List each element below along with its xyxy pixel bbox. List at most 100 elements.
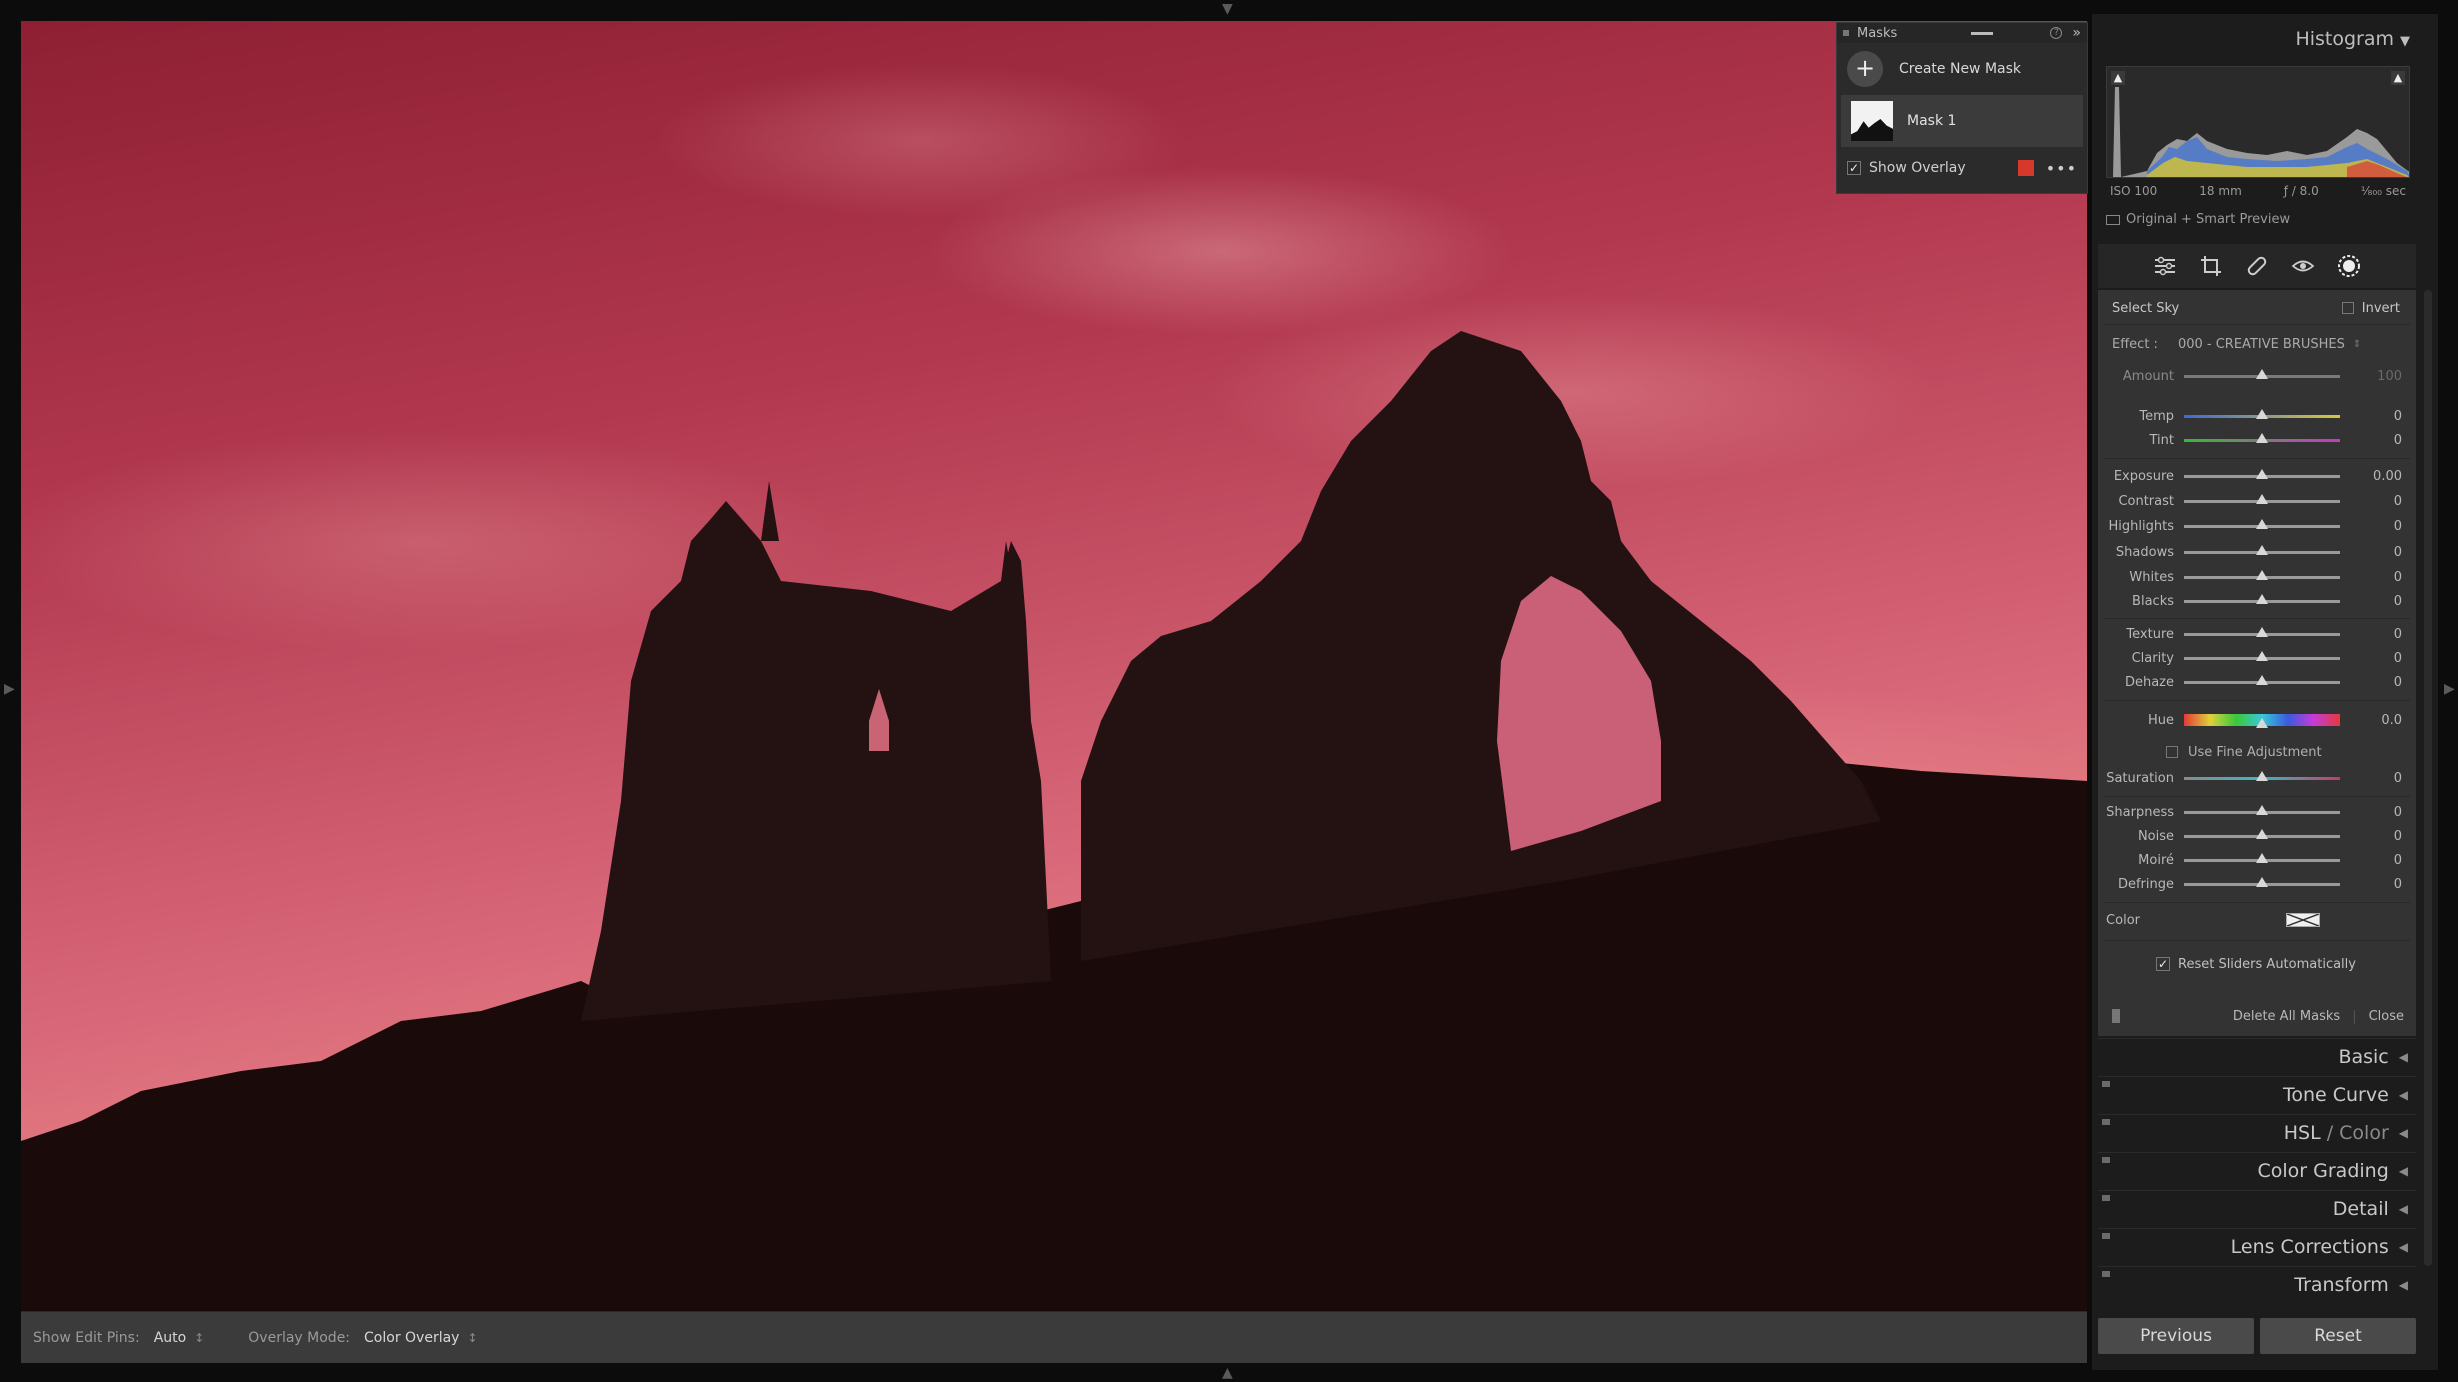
tint-slider-row[interactable]: Tint 0	[2098, 430, 2416, 450]
color-swatch-picker[interactable]	[2286, 913, 2320, 927]
mask-list-item[interactable]: Mask 1	[1841, 95, 2083, 147]
defringe-slider[interactable]	[2184, 876, 2340, 887]
texture-slider[interactable]	[2184, 626, 2340, 637]
right-panel-toggle-icon[interactable]: ▶	[2444, 682, 2455, 696]
close-button[interactable]: Close	[2369, 1009, 2404, 1024]
masks-panel-header[interactable]: Masks ? »	[1837, 23, 2087, 43]
blacks-slider[interactable]	[2184, 593, 2340, 604]
slider-value[interactable]: 0	[2340, 675, 2406, 690]
slider-value[interactable]: 0	[2340, 433, 2406, 448]
overlay-mode-select[interactable]: Color Overlay	[364, 1330, 459, 1346]
slider-value[interactable]: 0	[2340, 853, 2406, 868]
overlay-mode-label: Overlay Mode:	[248, 1329, 351, 1346]
slider-value[interactable]: 0.0	[2340, 713, 2406, 728]
slider-value[interactable]: 0	[2340, 829, 2406, 844]
bottom-panel-toggle-icon[interactable]: ▲	[1222, 1366, 1233, 1380]
effect-stepper-icon[interactable]: ⇕	[2353, 339, 2361, 350]
highlight-clipping-icon[interactable]: ▲	[2391, 71, 2405, 85]
healing-brush-icon[interactable]	[2243, 252, 2271, 280]
red-eye-icon[interactable]	[2289, 252, 2317, 280]
moire-slider[interactable]	[2184, 852, 2340, 863]
delete-all-masks-button[interactable]: Delete All Masks	[2233, 1009, 2340, 1024]
slider-value[interactable]: 0	[2340, 545, 2406, 560]
slider-value[interactable]: 0.00	[2340, 469, 2406, 484]
effect-preset-select[interactable]: 000 - CREATIVE BRUSHES	[2178, 337, 2345, 352]
amount-slider-row[interactable]: Amount 100	[2098, 366, 2416, 386]
section-basic[interactable]: Basic ◀	[2098, 1038, 2416, 1074]
amount-slider[interactable]	[2184, 368, 2340, 379]
fine-adjustment-checkbox[interactable]	[2166, 746, 2178, 758]
shadow-clipping-icon[interactable]: ▲	[2111, 71, 2125, 85]
slider-value[interactable]: 0	[2340, 877, 2406, 892]
top-panel-toggle-icon[interactable]: ▼	[1222, 2, 1233, 16]
section-toggle-icon[interactable]	[2102, 1195, 2110, 1201]
panel-scrollbar[interactable]	[2424, 290, 2432, 1266]
section-lens-corrections[interactable]: Lens Corrections ◀	[2098, 1228, 2416, 1264]
whites-slider[interactable]	[2184, 569, 2340, 580]
saturation-slider-row[interactable]: Saturation 0	[2098, 768, 2416, 788]
section-detail[interactable]: Detail ◀	[2098, 1190, 2416, 1226]
slider-value[interactable]: 0	[2340, 519, 2406, 534]
section-toggle-icon[interactable]	[2102, 1271, 2110, 1277]
saturation-slider[interactable]	[2184, 770, 2340, 781]
tint-slider[interactable]	[2184, 432, 2340, 443]
expand-icon[interactable]: »	[2072, 25, 2081, 41]
dehaze-slider[interactable]	[2184, 674, 2340, 685]
clarity-slider[interactable]	[2184, 650, 2340, 661]
section-toggle-icon[interactable]	[2102, 1081, 2110, 1087]
section-toggle-icon[interactable]	[2102, 1119, 2110, 1125]
edit-pins-select[interactable]: Auto	[154, 1330, 187, 1346]
more-options-icon[interactable]: •••	[2046, 159, 2077, 178]
histogram[interactable]: ▲ ▲	[2106, 66, 2410, 178]
overlay-mode-stepper-icon[interactable]: ↕	[467, 1331, 477, 1345]
sharpness-slider[interactable]	[2184, 804, 2340, 815]
camera-info: ISO 100 18 mm ƒ / 8.0 ¹⁄₈₀₀ sec	[2106, 184, 2410, 198]
collapse-triangle-icon[interactable]: ▼	[2400, 34, 2410, 49]
reset-button[interactable]: Reset	[2260, 1318, 2416, 1354]
slider-value[interactable]: 0	[2340, 771, 2406, 786]
smart-preview-status[interactable]: Original + Smart Preview	[2106, 212, 2290, 227]
left-panel-toggle-icon[interactable]: ▶	[4, 682, 15, 696]
edit-sliders-icon[interactable]	[2151, 252, 2179, 280]
photo-canvas[interactable]	[21, 21, 2087, 1311]
section-tone-curve[interactable]: Tone Curve ◀	[2098, 1076, 2416, 1112]
reset-sliders-checkbox[interactable]: ✓	[2156, 957, 2170, 971]
slider-value[interactable]: 100	[2340, 369, 2406, 384]
slider-value[interactable]: 0	[2340, 627, 2406, 642]
contrast-slider[interactable]	[2184, 493, 2340, 504]
hue-slider-row[interactable]: Hue 0.0	[2098, 710, 2416, 730]
shadows-slider[interactable]	[2184, 544, 2340, 555]
crop-icon[interactable]	[2197, 252, 2225, 280]
overlay-color-swatch[interactable]	[2017, 160, 2034, 176]
effect-label: Effect :	[2112, 336, 2158, 352]
slider-value[interactable]: 0	[2340, 805, 2406, 820]
section-toggle-icon[interactable]	[2102, 1157, 2110, 1163]
slider-value[interactable]: 0	[2340, 651, 2406, 666]
histogram-header[interactable]: Histogram ▼	[2230, 28, 2410, 50]
hue-slider[interactable]	[2184, 714, 2340, 728]
exposure-slider[interactable]	[2184, 468, 2340, 479]
masking-icon[interactable]	[2335, 252, 2363, 280]
previous-button[interactable]: Previous	[2098, 1318, 2254, 1354]
section-toggle-icon[interactable]	[2102, 1233, 2110, 1239]
slider-value[interactable]: 0	[2340, 494, 2406, 509]
help-icon[interactable]: ?	[2050, 27, 2063, 39]
grip-icon[interactable]	[1843, 30, 1849, 36]
create-new-mask-button[interactable]: + Create New Mask	[1837, 43, 2087, 95]
temp-slider[interactable]	[2184, 408, 2340, 419]
section-color-grading[interactable]: Color Grading ◀	[2098, 1152, 2416, 1188]
slider-value[interactable]: 0	[2340, 570, 2406, 585]
slider-label: Exposure	[2113, 468, 2174, 484]
toggle-switch-icon[interactable]	[2112, 1009, 2120, 1023]
section-hsl-color[interactable]: HSL / Color ◀	[2098, 1114, 2416, 1150]
highlights-slider[interactable]	[2184, 518, 2340, 529]
edit-pins-stepper-icon[interactable]: ↕	[194, 1331, 204, 1345]
slider-value[interactable]: 0	[2340, 594, 2406, 609]
section-transform[interactable]: Transform ◀	[2098, 1266, 2416, 1302]
slider-value[interactable]: 0	[2340, 409, 2406, 424]
show-overlay-checkbox[interactable]: ✓	[1847, 161, 1861, 175]
collapse-icon[interactable]	[1971, 31, 1994, 35]
temp-slider-row[interactable]: Temp 0	[2098, 406, 2416, 426]
invert-checkbox[interactable]	[2341, 302, 2354, 314]
noise-slider[interactable]	[2184, 828, 2340, 839]
